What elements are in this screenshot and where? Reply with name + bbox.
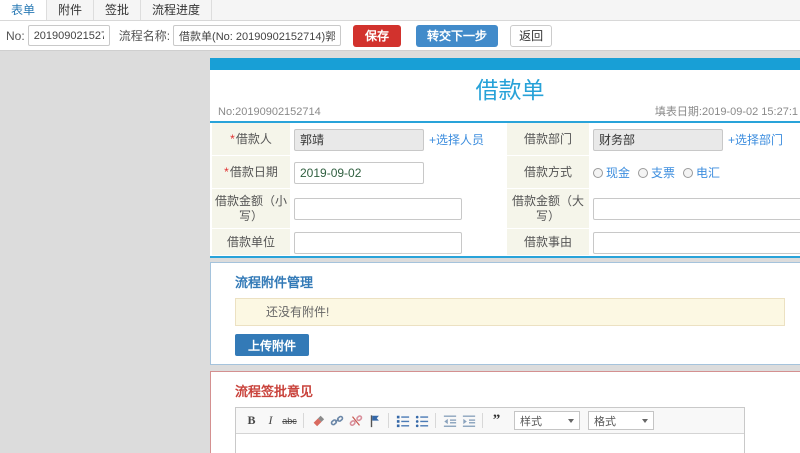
toolbar-separator [388, 413, 389, 428]
styles-select-label: 样式 [520, 415, 542, 428]
rich-text-editor: B I abc ” 样式 格式 [235, 407, 745, 453]
flag-icon[interactable] [365, 411, 384, 430]
flow-name-label: 流程名称: [118, 29, 171, 43]
bold-icon[interactable]: B [242, 411, 261, 430]
format-select-label: 格式 [594, 415, 616, 428]
attachments-heading: 流程附件管理 [235, 275, 314, 290]
form-header-bar [210, 58, 800, 70]
borrower-label: *借款人 [212, 123, 290, 156]
outdent-icon[interactable] [440, 411, 459, 430]
loan-method-label: 借款方式 [507, 156, 589, 189]
radio-cheque[interactable]: 支票 [638, 164, 675, 181]
editor-content-area[interactable] [236, 434, 744, 453]
form-row-borrower: *借款人 +选择人员 借款部门 +选择部门 [212, 123, 800, 156]
link-icon[interactable] [327, 411, 346, 430]
styles-select[interactable]: 样式 [514, 411, 580, 430]
select-department-link[interactable]: +选择部门 [728, 131, 783, 148]
unordered-list-icon[interactable] [412, 411, 431, 430]
radio-cash-dot[interactable] [593, 167, 603, 178]
loan-reason-label: 借款事由 [507, 229, 589, 256]
upload-attachment-button[interactable]: 上传附件 [235, 334, 310, 356]
save-button[interactable]: 保存 [353, 24, 402, 47]
content-area: 借款单 No:20190902152714 填表日期:2019-09-02 15… [0, 51, 800, 453]
strikethrough-icon[interactable]: abc [280, 411, 299, 430]
form-row-unit-reason: 借款单位 借款事由 [212, 229, 800, 256]
blockquote-icon[interactable]: ” [487, 411, 506, 430]
department-input[interactable] [593, 128, 723, 151]
ordered-list-icon[interactable] [393, 411, 412, 430]
borrower-input[interactable] [294, 128, 424, 151]
flow-name-input[interactable] [173, 25, 342, 46]
amount-lower-input[interactable] [294, 198, 462, 220]
loan-date-input[interactable] [294, 161, 424, 184]
amount-upper-input[interactable] [593, 198, 800, 220]
toolbar: No: 流程名称: 保存 转交下一步 返回 [0, 21, 800, 51]
form-title: 借款单 [475, 77, 545, 103]
tab-approval[interactable]: 签批 [94, 0, 142, 20]
indent-icon[interactable] [459, 411, 478, 430]
remove-format-icon[interactable] [308, 411, 327, 430]
form-date-text: 填表日期:2019-09-02 15:27:1 [654, 106, 798, 118]
format-select[interactable]: 格式 [588, 411, 654, 430]
approval-heading: 流程签批意见 [235, 384, 314, 399]
radio-cash[interactable]: 现金 [593, 164, 630, 181]
attachments-panel: 流程附件管理 还没有附件! 上传附件 [210, 262, 800, 365]
amount-lower-label: 借款金额（小写） [212, 189, 290, 229]
loan-unit-label: 借款单位 [212, 229, 290, 256]
form-row-date-method: *借款日期 借款方式 现金 支票 电汇 [212, 156, 800, 189]
toolbar-separator [303, 413, 304, 428]
amount-upper-label: 借款金额（大写） [507, 189, 589, 229]
no-input[interactable] [27, 25, 110, 46]
no-label: No: [6, 28, 25, 43]
loan-form-table: *借款人 +选择人员 借款部门 +选择部门 *借款日期 [210, 123, 800, 256]
loan-unit-input[interactable] [294, 231, 462, 254]
no-attachments-notice: 还没有附件! [235, 298, 785, 326]
toolbar-separator [482, 413, 483, 428]
radio-wire-dot[interactable] [683, 167, 694, 178]
loan-method-options: 现金 支票 电汇 [589, 156, 800, 189]
unlink-icon[interactable] [346, 411, 365, 430]
forward-next-step-button[interactable]: 转交下一步 [416, 24, 499, 47]
italic-icon[interactable]: I [261, 411, 280, 430]
radio-wire[interactable]: 电汇 [683, 164, 720, 181]
loan-date-label: *借款日期 [212, 156, 290, 189]
tab-form[interactable]: 表单 [0, 0, 48, 20]
loan-reason-input[interactable] [593, 231, 800, 254]
department-label: 借款部门 [507, 123, 589, 156]
back-button[interactable]: 返回 [510, 24, 553, 47]
tab-progress[interactable]: 流程进度 [141, 0, 213, 20]
tab-bar: 表单 附件 签批 流程进度 [0, 0, 800, 21]
loan-form-panel: 借款单 No:20190902152714 填表日期:2019-09-02 15… [210, 58, 800, 258]
toolbar-separator [435, 413, 436, 428]
chevron-down-icon [642, 418, 648, 423]
form-row-amounts: 借款金额（小写） 借款金额（大写） [212, 189, 800, 229]
approval-panel: 流程签批意见 B I abc ” 样式 格式 [210, 371, 800, 453]
tab-attachments[interactable]: 附件 [47, 0, 95, 20]
form-meta-row: No:20190902152714 填表日期:2019-09-02 15:27:… [210, 106, 800, 121]
chevron-down-icon [568, 418, 574, 423]
radio-cheque-dot[interactable] [638, 167, 649, 178]
editor-toolbar: B I abc ” 样式 格式 [236, 408, 744, 434]
select-person-link[interactable]: +选择人员 [429, 131, 484, 148]
form-no-text: No:20190902152714 [218, 106, 321, 118]
